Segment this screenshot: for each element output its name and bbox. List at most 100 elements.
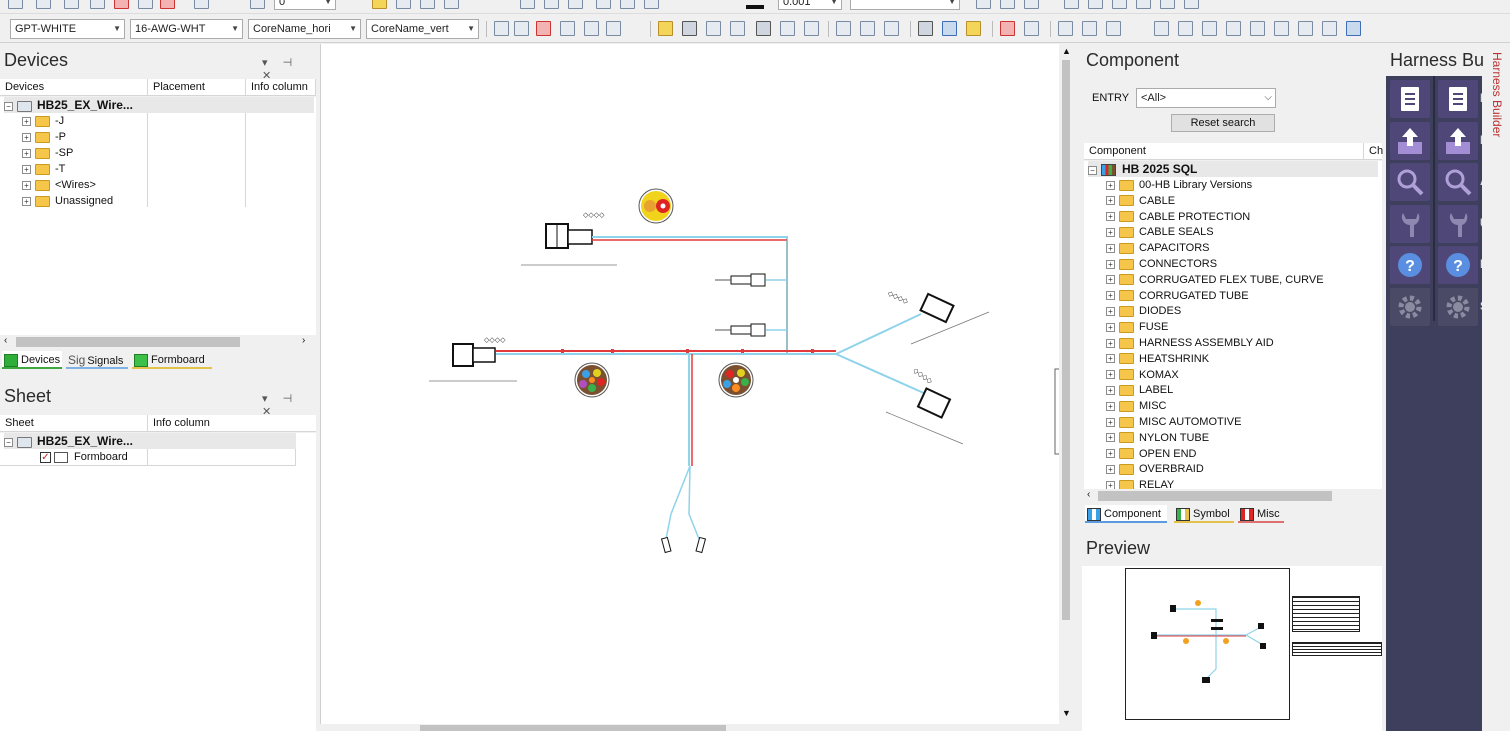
harness-search-button[interactable]: A <box>1438 163 1489 201</box>
tab-component[interactable]: Component <box>1085 505 1167 523</box>
canvas-horizontal-scrollbar[interactable] <box>320 724 1060 731</box>
core-name-vert-combo[interactable]: CoreName_vert ▼ <box>366 19 479 39</box>
connector-symbol[interactable]: ◇◇◇◇ <box>521 212 617 266</box>
expand-icon[interactable]: + <box>1106 401 1115 411</box>
component-category[interactable]: +00-HB Library Versions <box>1106 177 1252 193</box>
toolbar-icon[interactable] <box>544 0 559 9</box>
toolbar-icon[interactable] <box>682 21 697 36</box>
expand-icon[interactable]: + <box>1106 322 1115 332</box>
canvas-vertical-scrollbar[interactable]: ▲ ▼ <box>1059 44 1073 724</box>
toolbar-icon[interactable] <box>976 0 991 9</box>
component-category[interactable]: + NYLON TUBE <box>1106 430 1209 446</box>
toolbar-icon[interactable] <box>584 21 599 36</box>
toolbar-icon[interactable] <box>1322 21 1337 36</box>
connector-symbol[interactable]: ◇◇◇◇ <box>429 337 517 382</box>
column-header[interactable]: Info column <box>148 415 316 432</box>
toolbar-icon[interactable] <box>1088 0 1103 9</box>
splice-symbol[interactable] <box>715 273 766 287</box>
line-type-combo[interactable]: ▼ <box>850 0 960 10</box>
scrollbar-thumb[interactable] <box>1098 491 1332 501</box>
component-category[interactable]: + MISC AUTOMOTIVE <box>1106 414 1241 430</box>
expand-icon[interactable]: + <box>1106 354 1115 364</box>
toolbar-icon[interactable] <box>8 0 23 9</box>
cable-cross-section[interactable] <box>574 362 610 398</box>
component-category[interactable]: + CAPACITORS <box>1106 240 1210 256</box>
toolbar-icon[interactable] <box>64 0 79 9</box>
toolbar-icon[interactable] <box>372 0 387 9</box>
toolbar-icon[interactable] <box>396 0 411 9</box>
component-category[interactable]: + OPEN END <box>1106 446 1196 462</box>
harness-help-button[interactable]: ? <box>1390 246 1430 284</box>
toolbar-icon[interactable] <box>1112 0 1127 9</box>
toolbar-icon[interactable] <box>644 0 659 9</box>
connector-symbol[interactable]: ◇◇◇◇ <box>885 367 964 445</box>
component-horizontal-scrollbar[interactable]: ‹ <box>1084 489 1382 503</box>
tab-devices[interactable]: Devices <box>2 351 62 369</box>
expand-icon[interactable]: + <box>1106 306 1115 316</box>
sheet-item[interactable]: ✓ Formboard <box>40 449 128 465</box>
toolbar-icon[interactable] <box>420 0 435 9</box>
toolbar-icon[interactable] <box>1058 21 1073 36</box>
expand-icon[interactable]: + <box>1106 433 1115 443</box>
toolbar-icon[interactable] <box>1202 21 1217 36</box>
toolbar-icon[interactable] <box>520 0 535 9</box>
column-header[interactable]: Ch <box>1364 143 1383 160</box>
collapse-icon[interactable]: − <box>1088 165 1097 175</box>
toolbar-icon[interactable] <box>1184 0 1199 9</box>
cable-cross-section[interactable] <box>718 362 754 398</box>
expand-icon[interactable]: + <box>22 180 31 190</box>
scrollbar-thumb[interactable] <box>16 337 240 347</box>
toolbar-icon[interactable] <box>620 0 635 9</box>
component-category[interactable]: + MISC <box>1106 398 1167 414</box>
toolbar-icon[interactable] <box>560 21 575 36</box>
toolbar-icon[interactable] <box>730 21 745 36</box>
line-style-swatch[interactable] <box>746 5 764 9</box>
component-category[interactable]: + CABLE PROTECTION <box>1106 209 1250 225</box>
toolbar-icon[interactable] <box>706 21 721 36</box>
component-category[interactable]: + RELAY <box>1106 477 1174 489</box>
component-category[interactable]: + CABLE <box>1106 193 1175 209</box>
preview-area[interactable] <box>1082 566 1382 731</box>
toolbar-icon[interactable] <box>90 0 105 9</box>
toolbar-icon[interactable] <box>250 0 265 9</box>
component-category[interactable]: + CORRUGATED TUBE <box>1106 288 1249 304</box>
drawing-canvas[interactable]: ◇◇◇◇ ◇◇◇◇ ◇◇◇◇ ◇◇◇◇ ▲ ▼ <box>320 44 1073 724</box>
toolbar-icon[interactable] <box>1178 21 1193 36</box>
harness-help-button[interactable]: ?H <box>1438 246 1489 284</box>
component-category[interactable]: + CABLE SEALS <box>1106 224 1214 240</box>
harness-wrench-button[interactable] <box>1390 204 1430 243</box>
scrollbar-thumb[interactable] <box>1062 60 1070 620</box>
color-combo[interactable]: GPT-WHITE ▼ <box>10 19 125 39</box>
column-header[interactable]: Placement <box>148 79 246 96</box>
wire-type-combo[interactable]: 16-AWG-WHT ▼ <box>130 19 243 39</box>
checkbox-checked-icon[interactable]: ✓ <box>40 451 51 463</box>
toolbar-icon[interactable] <box>1346 21 1361 36</box>
expand-icon[interactable]: + <box>1106 464 1115 474</box>
connector-symbol[interactable]: ◇◇◇◇ <box>887 290 990 345</box>
tree-item[interactable]: + <Wires> <box>22 177 96 193</box>
toolbar-icon[interactable] <box>884 21 899 36</box>
component-category[interactable]: + OVERBRAID <box>1106 461 1204 477</box>
tree-item[interactable]: + -J <box>22 113 64 129</box>
harness-drawing[interactable]: ◇◇◇◇ ◇◇◇◇ ◇◇◇◇ ◇◇◇◇ <box>321 44 1062 724</box>
toolbar-icon[interactable] <box>1000 21 1015 36</box>
component-category[interactable]: + LABEL <box>1106 382 1173 398</box>
scroll-right-icon[interactable]: › <box>302 335 305 346</box>
expand-icon[interactable]: + <box>1106 243 1115 253</box>
expand-icon[interactable]: + <box>1106 275 1115 285</box>
expand-icon[interactable]: + <box>1106 212 1115 222</box>
toolbar-icon[interactable] <box>194 0 209 9</box>
scroll-down-icon[interactable]: ▼ <box>1062 708 1071 718</box>
column-header[interactable]: Info column <box>246 79 316 96</box>
toolbar-icon[interactable] <box>114 0 129 9</box>
tree-item[interactable]: + -P <box>22 129 66 145</box>
toolbar-icon[interactable] <box>1154 21 1169 36</box>
harness-builder-vertical-tab[interactable]: Harness Builder <box>1486 52 1504 212</box>
terminal-symbol[interactable] <box>660 536 707 554</box>
toolbar-icon[interactable] <box>1106 21 1121 36</box>
tab-signals[interactable]: Sig Signals <box>66 351 128 369</box>
splice-symbol[interactable] <box>715 323 766 337</box>
toolbar-icon[interactable] <box>780 21 795 36</box>
harness-export-button[interactable] <box>1390 121 1430 160</box>
tree-root[interactable]: − HB 2025 SQL <box>1088 161 1378 177</box>
